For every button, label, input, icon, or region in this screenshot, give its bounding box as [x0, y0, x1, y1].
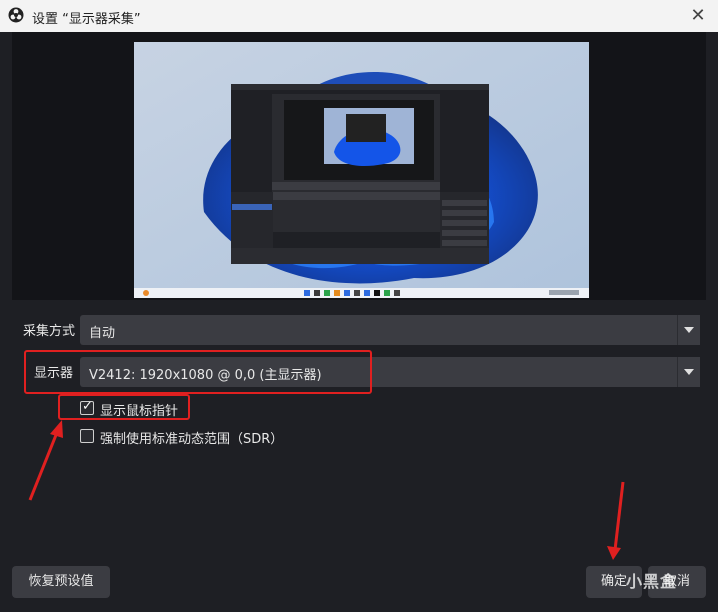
annotation-arrows: [28, 420, 625, 560]
watermark-text: 小黑盒: [626, 572, 678, 591]
arrow-up-icon: [28, 420, 63, 501]
restore-defaults-button[interactable]: 恢复预设值: [12, 566, 110, 598]
arrow-down-icon: [607, 481, 625, 560]
